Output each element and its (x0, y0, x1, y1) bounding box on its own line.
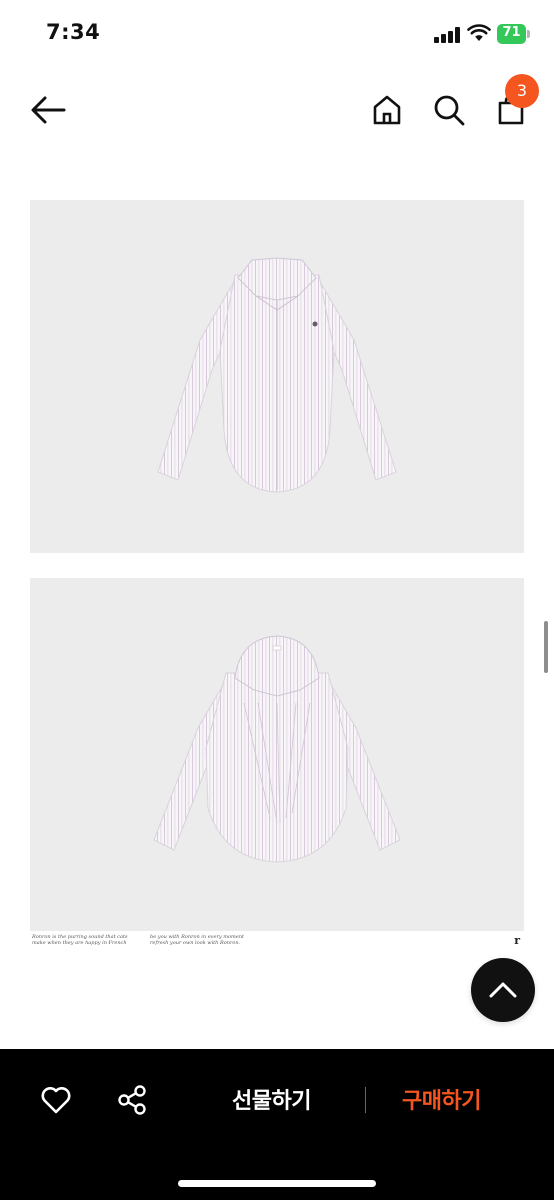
bottom-action-bar: 선물하기 구매하기 (0, 1049, 554, 1200)
cart-count-badge: 3 (505, 74, 539, 108)
search-icon (434, 95, 465, 126)
home-indicator (178, 1180, 376, 1187)
brand-logo: r (514, 934, 520, 947)
cellular-signal-icon (434, 27, 460, 43)
search-button[interactable] (427, 88, 471, 132)
caption-middle-text: be you with Ronron in every moment refre… (150, 934, 244, 946)
product-image-back[interactable] (30, 578, 524, 931)
back-arrow-icon (31, 96, 66, 124)
shirt-back-image (30, 578, 524, 931)
status-bar: 7:34 71 (0, 0, 554, 64)
divider (365, 1087, 366, 1113)
back-button[interactable] (26, 88, 70, 132)
home-icon (373, 95, 401, 125)
home-button[interactable] (365, 88, 409, 132)
like-button[interactable] (36, 1080, 76, 1120)
battery-icon: 71 (497, 24, 531, 44)
chevron-up-icon (489, 982, 517, 998)
wifi-icon (467, 24, 491, 41)
battery-level: 71 (502, 25, 521, 40)
image-caption: Ronron is the purring sound that cats ma… (30, 934, 524, 954)
top-navigation (0, 64, 554, 160)
heart-icon (41, 1087, 71, 1114)
shirt-front-image (30, 200, 524, 553)
status-time: 7:34 (46, 20, 101, 44)
gift-button[interactable]: 선물하기 (232, 1083, 311, 1117)
share-icon (118, 1085, 146, 1115)
scroll-to-top-button[interactable] (471, 958, 535, 1022)
product-image-front[interactable] (30, 200, 524, 553)
share-button[interactable] (112, 1080, 152, 1120)
scrollbar[interactable] (544, 621, 548, 673)
caption-left-text: Ronron is the purring sound that cats ma… (32, 934, 128, 946)
buy-button[interactable]: 구매하기 (402, 1083, 481, 1117)
